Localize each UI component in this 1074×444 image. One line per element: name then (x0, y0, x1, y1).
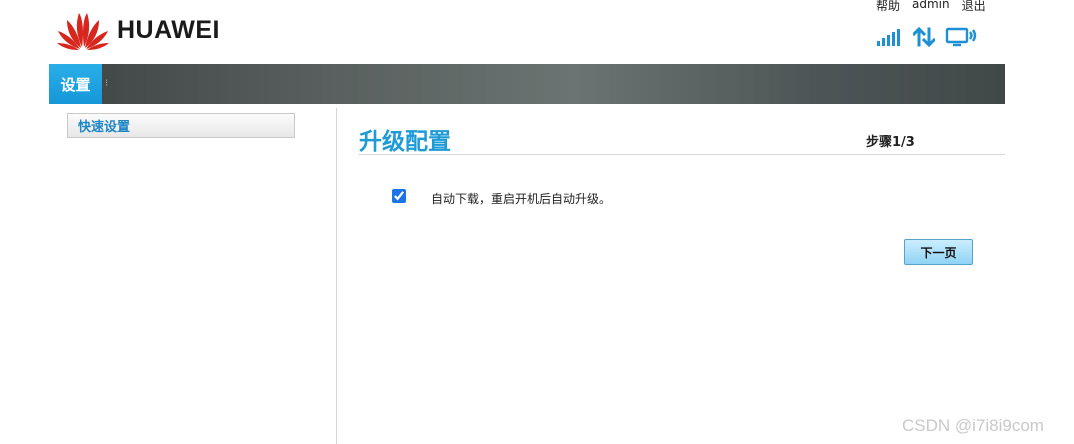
signal-icon[interactable] (877, 28, 903, 46)
brand-name: HUAWEI (117, 15, 220, 44)
logout-link[interactable]: 退出 (962, 0, 986, 14)
watermark: CSDN @i7i8i9com (902, 416, 1044, 435)
auto-upgrade-label[interactable]: 自动下载，重启开机后自动升级。 (431, 190, 611, 207)
status-icons (877, 27, 977, 47)
huawei-petal-icon (57, 13, 109, 50)
step-indicator: 步骤1/3 (866, 135, 915, 150)
auto-upgrade-checkbox[interactable] (392, 189, 406, 203)
connected-pc-icon[interactable] (945, 27, 977, 47)
help-link[interactable]: 帮助 (876, 0, 900, 14)
huawei-logo: HUAWEI (55, 8, 235, 52)
nav-separator: ⁝ (105, 78, 109, 89)
page-title: 升级配置 (359, 129, 451, 155)
tab-settings[interactable]: 设置 (49, 64, 102, 104)
router-page: HUAWEI 帮助 admin 退出 设置 ⁝ 快速设置 升级配置 步骤1/3 … (0, 0, 1074, 444)
nav-bar: 设置 ⁝ (49, 64, 1005, 104)
title-divider (358, 154, 1005, 155)
top-links: 帮助 admin 退出 (876, 0, 986, 14)
user-link[interactable]: admin (912, 0, 950, 14)
next-page-button[interactable]: 下一页 (904, 239, 973, 265)
sidebar-item-quick-setup[interactable]: 快速设置 (67, 113, 295, 138)
data-transfer-icon[interactable] (913, 27, 935, 47)
sidebar-divider (336, 108, 337, 444)
